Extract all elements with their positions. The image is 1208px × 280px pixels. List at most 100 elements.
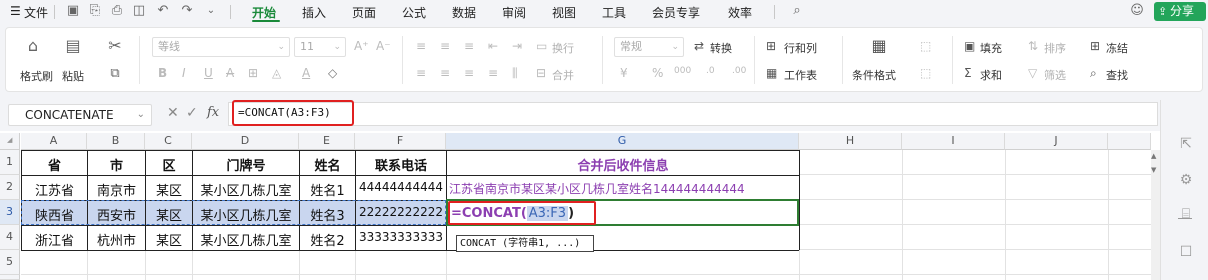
paste-icon[interactable]: ▤	[62, 36, 84, 56]
tab-review[interactable]: 审阅	[502, 4, 526, 21]
bold-icon[interactable]: B	[158, 66, 167, 80]
emoji-icon[interactable]: ☺	[1130, 4, 1144, 18]
thousands-icon[interactable]: 000	[674, 66, 691, 76]
wrap-text-icon[interactable]: ▭	[536, 39, 547, 53]
worksheet-button[interactable]: 工作表	[784, 67, 817, 83]
underline-icon[interactable]: U	[204, 66, 213, 80]
table-header-cell[interactable]: 联系电话	[356, 155, 446, 174]
table-cell[interactable]: 姓名3	[300, 205, 355, 224]
table-cell[interactable]: 某小区几栋几室	[193, 180, 299, 199]
format-painter-icon[interactable]: ⌂	[22, 36, 44, 56]
table-header-cell[interactable]: 合并后收件信息	[447, 155, 799, 174]
tab-insert[interactable]: 插入	[302, 4, 326, 21]
row-header[interactable]: 1	[0, 150, 20, 175]
table-cell[interactable]: 姓名1	[300, 180, 355, 199]
increase-decimal-icon[interactable]: .0	[706, 66, 715, 76]
tab-tools[interactable]: 工具	[602, 4, 626, 21]
font-size-select[interactable]: 11 ⌄	[294, 37, 346, 57]
wrap-text-button[interactable]: 换行	[552, 40, 574, 56]
table-cell[interactable]: 杭州市	[88, 230, 145, 249]
properties-icon[interactable]: ⚙	[1178, 172, 1194, 188]
indent-increase-icon[interactable]: ⇥	[512, 39, 522, 53]
align-top-icon[interactable]: ≡	[416, 39, 426, 53]
clear-format-icon[interactable]: ◇	[328, 66, 337, 80]
font-color-icon[interactable]: A	[302, 66, 310, 80]
column-header[interactable]: I	[902, 133, 1005, 150]
conditional-format-icon[interactable]: ▦	[868, 36, 890, 56]
sort-button[interactable]: 排序	[1044, 40, 1066, 56]
row-header[interactable]: 3	[0, 200, 20, 225]
fill-button[interactable]: 填充	[980, 40, 1002, 56]
tab-efficiency[interactable]: 效率	[728, 4, 752, 21]
row-header[interactable]: 5	[0, 250, 20, 275]
sum-button[interactable]: 求和	[980, 67, 1002, 83]
comment-icon[interactable]: ☐	[1178, 244, 1194, 260]
paste-button[interactable]: 粘贴	[62, 68, 84, 84]
table-cell[interactable]: 江苏省	[22, 180, 87, 199]
table-cell[interactable]: 44444444444	[356, 180, 446, 194]
decrease-decimal-icon[interactable]: .00	[732, 66, 746, 76]
cursor-icon[interactable]: ⇱	[1178, 136, 1194, 152]
align-bottom-icon[interactable]: ≡	[464, 39, 474, 53]
chevron-down-icon[interactable]: ⌄	[204, 4, 218, 18]
worksheet-icon[interactable]: ▦	[766, 66, 777, 80]
table-header-cell[interactable]: 区	[146, 155, 192, 174]
table-cell[interactable]: 某区	[146, 180, 192, 199]
row-header[interactable]: 2	[0, 175, 20, 200]
print-preview-icon[interactable]: ◫	[132, 4, 146, 18]
redo-icon[interactable]: ↷	[180, 4, 194, 18]
column-header[interactable]: B	[87, 133, 145, 150]
convert-button[interactable]: 转换	[710, 40, 732, 56]
strikethrough-icon[interactable]: A	[226, 66, 234, 80]
find-icon[interactable]: ⌕	[1090, 66, 1097, 81]
italic-icon[interactable]: I	[182, 66, 186, 80]
fill-icon[interactable]: ▣	[964, 39, 975, 53]
table-header-cell[interactable]: 姓名	[300, 155, 355, 174]
freeze-button[interactable]: 冻结	[1106, 40, 1128, 56]
tab-start[interactable]: 开始	[252, 4, 276, 21]
table-cell[interactable]: 江苏省南京市某区某小区几栋几室姓名144444444444	[449, 180, 798, 197]
copy-icon[interactable]: ⧉	[104, 64, 126, 84]
sum-icon[interactable]: Σ	[964, 66, 972, 80]
file-menu[interactable]: 文件	[24, 4, 48, 21]
search-icon[interactable]: ⌕	[790, 4, 804, 18]
number-format-select[interactable]: 常规 ⌄	[614, 37, 684, 57]
cell-style-icon[interactable]: ⬚	[920, 39, 931, 53]
column-header[interactable]: A	[21, 133, 87, 150]
tab-page[interactable]: 页面	[352, 4, 376, 21]
formula-input[interactable]	[228, 102, 1158, 126]
indent-decrease-icon[interactable]: ⇤	[488, 39, 498, 53]
table-cell[interactable]: 某小区几栋几室	[193, 205, 299, 224]
filter-button[interactable]: 筛选	[1044, 67, 1066, 83]
align-middle-icon[interactable]: ≡	[440, 39, 450, 53]
column-header[interactable]: J	[1005, 133, 1108, 150]
format-icon[interactable]: ⌸	[1178, 206, 1194, 222]
scroll-down-icon[interactable]: ▼	[1151, 166, 1156, 174]
table-cell[interactable]: 陕西省	[22, 205, 87, 224]
table-cell[interactable]: 南京市	[88, 180, 145, 199]
table-header-cell[interactable]: 市	[88, 155, 145, 174]
merge-button[interactable]: 合并	[552, 67, 574, 83]
currency-icon[interactable]: ¥	[620, 66, 628, 80]
undo-icon[interactable]: ↶	[156, 4, 170, 18]
conditional-format-button[interactable]: 条件格式	[852, 67, 896, 83]
table-cell[interactable]: 某小区几栋几室	[193, 230, 299, 249]
table-cell[interactable]: 西安市	[88, 205, 145, 224]
table-cell[interactable]: 22222222222	[356, 205, 446, 219]
column-header[interactable]: E	[299, 133, 355, 150]
fx-icon[interactable]: fx	[207, 105, 219, 120]
format-painter-button[interactable]: 格式刷	[20, 68, 53, 84]
column-header[interactable]: F	[355, 133, 446, 150]
cancel-icon[interactable]: ✕	[167, 105, 179, 121]
menu-icon[interactable]: ☰	[10, 4, 21, 18]
confirm-icon[interactable]: ✓	[186, 105, 198, 121]
merge-icon[interactable]: ⊟	[536, 66, 546, 80]
table-cell[interactable]: 浙江省	[22, 230, 87, 249]
column-header[interactable]: C	[145, 133, 192, 150]
print-icon[interactable]: ⎙	[110, 4, 124, 18]
align-right-icon[interactable]: ≡	[464, 66, 474, 80]
sort-icon[interactable]: ⇅	[1028, 39, 1038, 53]
scroll-up-icon[interactable]: ▲	[1151, 152, 1156, 160]
cell-format-icon[interactable]: ⬚	[920, 66, 931, 80]
table-cell[interactable]: 某区	[146, 205, 192, 224]
